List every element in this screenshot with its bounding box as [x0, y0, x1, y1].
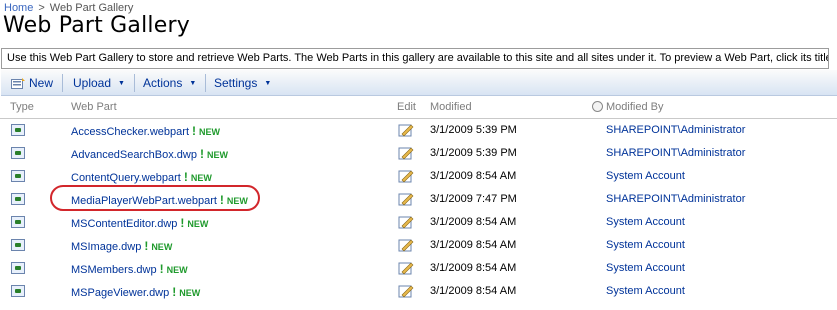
web-part-title-link[interactable]: AccessChecker.webpart	[71, 126, 189, 138]
column-modified-by[interactable]: Modified By	[592, 101, 663, 113]
table-row: AccessChecker.webpart! NEW 3/1/2009 5:39 …	[0, 119, 837, 142]
web-part-file-icon	[11, 262, 25, 274]
table-row: MSMembers.dwp! NEW 3/1/2009 8:54 AM Syste…	[0, 257, 837, 280]
table-row: AdvancedSearchBox.dwp! NEW 3/1/2009 5:39 …	[0, 142, 837, 165]
new-button[interactable]: New	[11, 76, 53, 90]
edit-icon[interactable]	[398, 169, 414, 183]
modified-by-link[interactable]: System Account	[606, 216, 685, 228]
toolbar-divider	[134, 74, 135, 92]
modified-date: 3/1/2009 7:47 PM	[430, 193, 517, 205]
web-part-file-icon	[11, 239, 25, 251]
web-part-file-icon	[11, 147, 25, 159]
column-web-part[interactable]: Web Part	[71, 101, 117, 113]
web-part-title-link[interactable]: MSMembers.dwp	[71, 264, 157, 276]
modified-by-link[interactable]: SHAREPOINT\Administrator	[606, 147, 745, 159]
chevron-down-icon: ▼	[118, 79, 125, 87]
edit-icon[interactable]	[398, 284, 414, 298]
modified-date: 3/1/2009 5:39 PM	[430, 147, 517, 159]
table-row: MSImage.dwp! NEW 3/1/2009 8:54 AM System …	[0, 234, 837, 257]
column-type[interactable]: Type	[10, 101, 34, 113]
table-row: MSContentEditor.dwp! NEW 3/1/2009 8:54 AM…	[0, 211, 837, 234]
modified-date: 3/1/2009 8:54 AM	[430, 170, 517, 182]
edit-icon[interactable]	[398, 192, 414, 206]
web-part-file-icon	[11, 193, 25, 205]
radio-icon	[592, 101, 603, 112]
column-modified-by-label: Modified By	[606, 101, 664, 113]
chevron-down-icon: ▼	[264, 79, 272, 87]
toolbar-divider	[62, 74, 63, 92]
web-part-file-icon	[11, 216, 25, 228]
page-title: Web Part Gallery	[3, 13, 190, 38]
modified-date: 3/1/2009 8:54 AM	[430, 262, 517, 274]
edit-icon[interactable]	[398, 238, 414, 252]
new-indicator-icon: !	[144, 239, 149, 253]
modified-by-link[interactable]: System Account	[606, 239, 685, 251]
web-part-title-link[interactable]: ContentQuery.webpart	[71, 172, 181, 184]
new-button-label: New	[29, 76, 54, 90]
web-part-title-link[interactable]: MSPageViewer.dwp	[71, 287, 169, 299]
new-indicator-icon: !	[180, 216, 185, 230]
column-modified[interactable]: Modified	[430, 101, 472, 113]
edit-icon[interactable]	[398, 146, 414, 160]
new-badge: NEW	[179, 288, 201, 298]
web-part-file-icon	[11, 170, 25, 182]
edit-icon[interactable]	[398, 215, 414, 229]
web-part-title-link[interactable]: MSImage.dwp	[71, 241, 141, 253]
web-part-list: AccessChecker.webpart! NEW 3/1/2009 5:39 …	[0, 119, 837, 303]
actions-menu[interactable]: Actions ▼	[143, 76, 196, 90]
settings-menu-label: Settings	[214, 76, 258, 90]
upload-menu-label: Upload	[73, 76, 112, 90]
new-item-icon	[11, 77, 25, 89]
modified-by-link[interactable]: System Account	[606, 170, 685, 182]
modified-date: 3/1/2009 8:54 AM	[430, 285, 517, 297]
modified-by-link[interactable]: System Account	[606, 285, 685, 297]
modified-by-link[interactable]: System Account	[606, 262, 685, 274]
list-header: Type Web Part Edit Modified Modified By	[0, 98, 837, 119]
settings-menu[interactable]: Settings ▼	[214, 76, 271, 90]
gallery-description: Use this Web Part Gallery to store and r…	[1, 48, 829, 69]
new-indicator-icon: !	[159, 262, 164, 276]
new-indicator-icon: !	[172, 285, 177, 299]
modified-date: 3/1/2009 8:54 AM	[430, 239, 517, 251]
modified-date: 3/1/2009 5:39 PM	[430, 124, 517, 136]
modified-date: 3/1/2009 8:54 AM	[430, 216, 517, 228]
chevron-down-icon: ▼	[189, 79, 197, 87]
web-part-title-link[interactable]: MSContentEditor.dwp	[71, 218, 177, 230]
new-badge: NEW	[206, 150, 228, 160]
web-part-file-icon	[11, 124, 25, 136]
column-edit: Edit	[397, 101, 416, 113]
edit-icon[interactable]	[398, 261, 414, 275]
new-badge: NEW	[187, 219, 209, 229]
new-badge: NEW	[190, 173, 212, 183]
actions-menu-label: Actions	[143, 76, 183, 90]
new-indicator-icon: !	[199, 147, 204, 161]
toolbar-divider	[205, 74, 206, 92]
web-part-file-icon	[11, 285, 25, 297]
new-indicator-icon: !	[192, 124, 196, 138]
new-badge: NEW	[199, 127, 220, 137]
list-toolbar: New Upload ▼ Actions ▼ Settings ▼	[1, 70, 837, 96]
modified-by-link[interactable]: SHAREPOINT\Administrator	[606, 193, 745, 205]
table-row: MSPageViewer.dwp! NEW 3/1/2009 8:54 AM Sy…	[0, 280, 837, 303]
new-badge: NEW	[151, 242, 173, 252]
edit-icon[interactable]	[398, 123, 414, 137]
new-indicator-icon: !	[183, 170, 188, 184]
web-part-title-link[interactable]: AdvancedSearchBox.dwp	[71, 149, 197, 161]
highlight-annotation	[50, 185, 260, 211]
upload-menu[interactable]: Upload ▼	[73, 76, 125, 90]
modified-by-link[interactable]: SHAREPOINT\Administrator	[606, 124, 745, 136]
new-badge: NEW	[166, 265, 188, 275]
